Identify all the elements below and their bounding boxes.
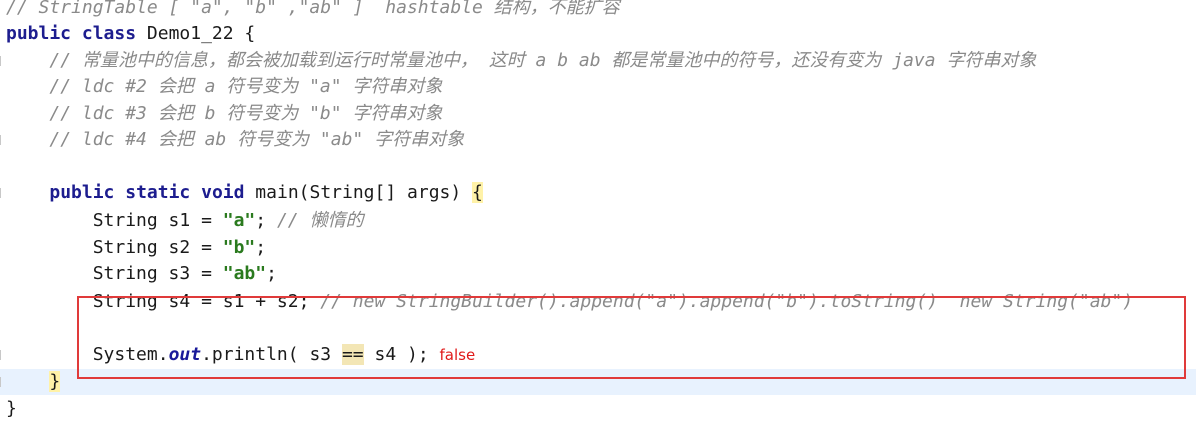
code-token: } — [6, 398, 17, 419]
gutter-fold-marker[interactable] — [0, 127, 4, 153]
code-token: ; — [255, 237, 267, 258]
code-token: { — [472, 182, 483, 203]
annotation-box — [77, 296, 1186, 379]
code-token: String s1 = — [92, 210, 223, 231]
gutter-fold-marker[interactable] — [0, 48, 4, 74]
code-line[interactable]: // 常量池中的信息，都会被加载到运行时常量池中， 这时 a b ab 都是常量… — [0, 48, 1196, 74]
code-token: } — [49, 371, 61, 392]
code-token: // ldc #2 会把 a 符号变为 "a" 字符串对象 — [49, 76, 443, 97]
code-text: } — [6, 396, 17, 422]
code-token: public — [49, 182, 115, 203]
code-line[interactable]: } — [0, 396, 1196, 422]
code-line[interactable]: // ldc #2 会把 a 符号变为 "a" 字符串对象 — [0, 74, 1196, 100]
code-token: Demo1_22 { — [136, 23, 256, 44]
gutter-fold-marker[interactable] — [0, 369, 4, 395]
code-line[interactable]: // ldc #3 会把 b 符号变为 "b" 字符串对象 — [0, 101, 1196, 127]
code-token: "ab" — [222, 263, 267, 284]
code-text: String s1 = "a"; // 懒惰的 — [6, 208, 364, 234]
code-text: // ldc #3 会把 b 符号变为 "b" 字符串对象 — [6, 101, 442, 127]
code-token: // 懒惰的 — [276, 210, 364, 231]
code-token: static — [125, 182, 191, 203]
code-token: String s3 = — [92, 263, 223, 284]
code-token: String s2 = — [92, 237, 223, 258]
gutter-fold-marker[interactable] — [0, 342, 4, 368]
code-text: // ldc #4 会把 ab 符号变为 "ab" 字符串对象 — [6, 127, 464, 153]
code-token: public — [6, 23, 72, 44]
code-token: class — [81, 23, 137, 44]
code-line[interactable]: // StringTable [ "a", "b" ,"ab" ] hashta… — [0, 0, 1196, 21]
gutter-fold-marker[interactable] — [0, 180, 4, 206]
code-text: public class Demo1_22 { — [6, 21, 255, 47]
code-token: main(String[] args) — [244, 182, 473, 203]
code-line[interactable]: public class Demo1_22 { — [0, 21, 1196, 47]
code-token: void — [201, 182, 245, 203]
code-text: } — [6, 369, 61, 395]
code-text: // 常量池中的信息，都会被加载到运行时常量池中， 这时 a b ab 都是常量… — [6, 48, 1036, 74]
code-text: // ldc #2 会把 a 符号变为 "a" 字符串对象 — [6, 74, 442, 100]
code-line[interactable]: String s2 = "b"; — [0, 235, 1196, 261]
code-token: ; — [255, 210, 277, 231]
code-token: ; — [266, 263, 277, 284]
code-text: String s2 = "b"; — [6, 235, 266, 261]
code-line[interactable]: String s3 = "ab"; — [0, 261, 1196, 287]
code-token: // ldc #3 会把 b 符号变为 "b" 字符串对象 — [49, 103, 443, 124]
code-text: public static void main(String[] args) { — [6, 180, 483, 206]
code-line[interactable]: public static void main(String[] args) { — [0, 180, 1196, 206]
code-text: String s3 = "ab"; — [6, 261, 277, 287]
code-token: // StringTable [ "a", "b" ,"ab" ] hashta… — [6, 0, 620, 18]
code-token: "b" — [222, 237, 256, 258]
code-text: // StringTable [ "a", "b" ,"ab" ] hashta… — [6, 0, 620, 21]
code-token: "a" — [222, 210, 256, 231]
code-line[interactable]: String s1 = "a"; // 懒惰的 — [0, 208, 1196, 234]
code-token: // 常量池中的信息，都会被加载到运行时常量池中， 这时 a b ab 都是常量… — [49, 50, 1037, 71]
code-line[interactable]: // ldc #4 会把 ab 符号变为 "ab" 字符串对象 — [0, 127, 1196, 153]
code-line[interactable] — [0, 154, 1196, 180]
code-token: // ldc #4 会把 ab 符号变为 "ab" 字符串对象 — [49, 129, 465, 150]
